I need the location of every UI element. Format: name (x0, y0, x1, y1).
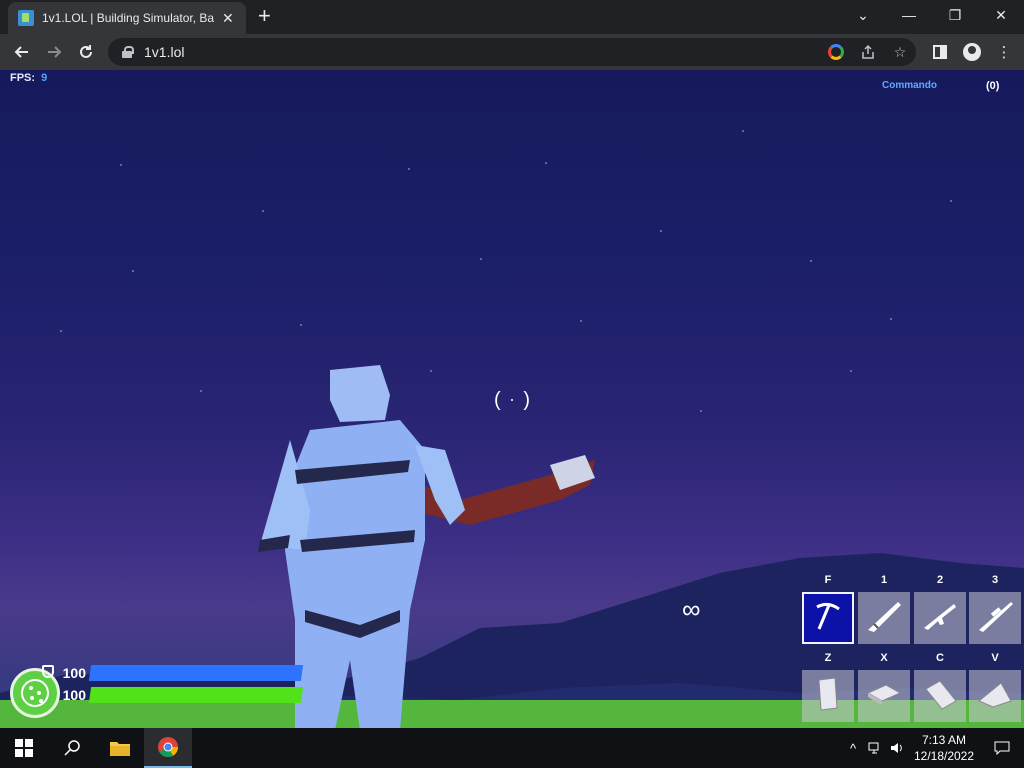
lock-icon[interactable] (122, 46, 134, 58)
site-favicon-icon (18, 10, 34, 26)
slot-key-label: F (824, 574, 832, 586)
notification-icon[interactable] (980, 728, 1024, 768)
bookmark-star-icon[interactable]: ☆ (890, 42, 910, 62)
restore-button[interactable]: ❐ (932, 0, 978, 30)
tab-search-icon[interactable]: ⌄ (840, 0, 886, 30)
crosshair: ( ) (494, 386, 530, 414)
start-icon[interactable] (0, 728, 48, 768)
ramp-slot[interactable] (914, 670, 966, 722)
fps-value: 9 (41, 72, 48, 84)
health-value: 100 (62, 687, 86, 703)
chrome-icon[interactable] (144, 728, 192, 768)
minimize-button[interactable]: — (886, 0, 932, 30)
network-icon[interactable] (864, 728, 886, 768)
cone-icon (975, 677, 1015, 716)
hotbar-slot-v[interactable]: V (969, 652, 1021, 722)
volume-icon[interactable] (886, 728, 908, 768)
address-bar[interactable]: 1v1.lol ☆ (108, 38, 916, 66)
pickaxe-icon (811, 599, 845, 638)
hotbar-slot-c[interactable]: C (914, 652, 966, 722)
slot-key-label: 1 (880, 574, 888, 586)
slot-key-label: C (936, 652, 944, 664)
crosshair-left-bracket: ( (494, 388, 501, 411)
ramp-icon (920, 677, 960, 716)
url-text: 1v1.lol (144, 44, 185, 60)
shield-row: 100 (42, 662, 304, 684)
sniper-rifle-icon (975, 596, 1015, 641)
cone-slot[interactable] (969, 670, 1021, 722)
hotbar-slot-1[interactable]: 1 (858, 574, 910, 644)
health-row: 100 (46, 684, 304, 706)
system-tray: ^ 7:13 AM 12/18/2022 (842, 728, 1024, 768)
score-counter: (0) (986, 80, 1000, 92)
player-character (258, 365, 595, 728)
cookie-icon (21, 679, 49, 707)
clock-date: 12/18/2022 (913, 749, 975, 763)
system-clock[interactable]: 7:13 AM 12/18/2022 (908, 732, 980, 764)
shotgun-slot[interactable] (858, 592, 910, 644)
tab-title: 1v1.LOL | Building Simulator, Batt (42, 11, 214, 25)
crosshair-right-bracket: ) (523, 388, 530, 411)
slot-key-label: X (880, 652, 888, 664)
window-controls: ⌄ — ❐ ✕ (840, 0, 1024, 30)
game-viewport[interactable]: FPS: 9 Commando (0) ( ) ∞ 100 100 F 1 2 3 Z X C… (0, 70, 1024, 728)
show-hidden-icons-chevron-icon[interactable]: ^ (842, 728, 864, 768)
windows-taskbar: ^ 7:13 AM 12/18/2022 (0, 728, 1024, 768)
slot-key-label: 2 (936, 574, 944, 586)
close-window-button[interactable]: ✕ (978, 0, 1024, 30)
fps-counter: FPS: 9 (10, 72, 47, 84)
ammo-infinity: ∞ (682, 594, 701, 624)
hotbar-slot-f[interactable]: F (802, 574, 854, 644)
wall-icon (813, 674, 843, 719)
browser-titlebar: 1v1.LOL | Building Simulator, Batt ✕ + ⌄… (0, 0, 1024, 34)
forward-arrow-icon[interactable] (38, 36, 70, 68)
assault-rifle-slot[interactable] (914, 592, 966, 644)
menu-kebab-icon[interactable]: ⋮ (992, 38, 1016, 66)
hotbar-slot-3[interactable]: 3 (969, 574, 1021, 644)
slot-key-label: Z (824, 652, 832, 664)
browser-toolbar: 1v1.lol ☆ ⋮ (0, 34, 1024, 70)
shield-bar (88, 665, 304, 681)
file-explorer-icon[interactable] (96, 728, 144, 768)
crosshair-dot (511, 399, 513, 401)
assault-rifle-icon (920, 596, 960, 641)
side-panel-icon[interactable] (928, 38, 952, 66)
search-icon[interactable] (48, 728, 96, 768)
profile-avatar-icon[interactable] (960, 38, 984, 66)
new-tab-button[interactable]: + (258, 5, 271, 27)
fps-label: FPS: (10, 72, 36, 84)
shield-icon (42, 665, 54, 678)
shotgun-icon (864, 596, 904, 641)
reload-icon[interactable] (70, 36, 102, 68)
vitals-panel: 100 100 (42, 662, 304, 706)
share-icon[interactable] (858, 42, 878, 62)
wall-slot[interactable] (802, 670, 854, 722)
player-name: Commando (882, 80, 937, 91)
tab-close-icon[interactable]: ✕ (222, 10, 234, 27)
hotbar-slot-2[interactable]: 2 (914, 574, 966, 644)
google-lens-icon[interactable] (826, 42, 846, 62)
hotbar-slot-z[interactable]: Z (802, 652, 854, 722)
health-bar (88, 687, 304, 703)
browser-tab[interactable]: 1v1.LOL | Building Simulator, Batt ✕ (8, 2, 246, 34)
pickaxe-slot[interactable] (802, 592, 854, 644)
floor-icon (864, 679, 904, 714)
sniper-rifle-slot[interactable] (969, 592, 1021, 644)
clock-time: 7:13 AM (921, 733, 967, 747)
slot-key-label: 3 (991, 574, 999, 586)
floor-slot[interactable] (858, 670, 910, 722)
back-arrow-icon[interactable] (6, 36, 38, 68)
slot-key-label: V (991, 652, 999, 664)
hotbar-slot-x[interactable]: X (858, 652, 910, 722)
